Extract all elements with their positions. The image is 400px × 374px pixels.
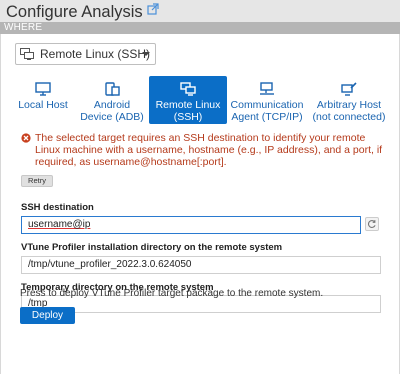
android-device-icon — [105, 82, 120, 96]
install-dir-input[interactable]: /tmp/vtune_profiler_2022.3.0.624050 — [21, 256, 381, 274]
ssh-destination-label: SSH destination — [21, 202, 94, 213]
target-type-value: Remote Linux (SSH) — [40, 47, 151, 61]
ssh-destination-input[interactable]: username@ip — [21, 216, 361, 234]
where-label: WHERE — [4, 22, 43, 33]
title-row: Configure Analysis — [6, 2, 159, 22]
deploy-hint: Press to deploy VTune Profiler target pa… — [20, 288, 324, 299]
where-section-bar: WHERE — [0, 22, 400, 34]
target-label: Communication Agent (TCP/IP) — [230, 99, 304, 123]
target-android-device[interactable]: Android Device (ADB) — [77, 76, 147, 124]
remote-linux-icon — [20, 48, 34, 60]
page-title: Configure Analysis — [6, 2, 143, 21]
monitor-icon — [35, 82, 51, 96]
retry-button[interactable]: Retry — [21, 175, 53, 187]
error-text: The selected target requires an SSH dest… — [35, 132, 383, 168]
deploy-button[interactable]: Deploy — [20, 307, 75, 324]
ssh-destination-value: username@ip — [28, 219, 91, 230]
target-label: Remote Linux (SSH) — [155, 99, 221, 123]
install-dir-value: /tmp/vtune_profiler_2022.3.0.624050 — [28, 259, 192, 270]
target-label: Local Host — [18, 99, 68, 111]
reset-icon[interactable] — [365, 217, 379, 231]
target-local-host[interactable]: Local Host — [11, 76, 75, 124]
target-arbitrary-host[interactable]: Arbitrary Host (not connected) — [309, 76, 389, 124]
target-communication-agent[interactable]: Communication Agent (TCP/IP) — [229, 76, 305, 124]
target-type-dropdown[interactable]: Remote Linux (SSH) — [15, 43, 156, 65]
error-icon — [21, 133, 31, 143]
external-link-icon[interactable] — [147, 3, 159, 15]
chevron-down-icon — [142, 52, 150, 56]
target-remote-linux[interactable]: Remote Linux (SSH) — [149, 76, 227, 124]
arbitrary-host-icon — [341, 82, 357, 96]
install-dir-label: VTune Profiler installation directory on… — [21, 242, 283, 253]
target-label: Android Device (ADB) — [80, 99, 144, 123]
remote-linux-icon — [180, 82, 196, 96]
communication-agent-icon — [260, 82, 274, 95]
target-label: Arbitrary Host (not connected) — [312, 99, 386, 123]
target-options: Local Host Android Device (ADB) Remote L… — [11, 76, 395, 124]
